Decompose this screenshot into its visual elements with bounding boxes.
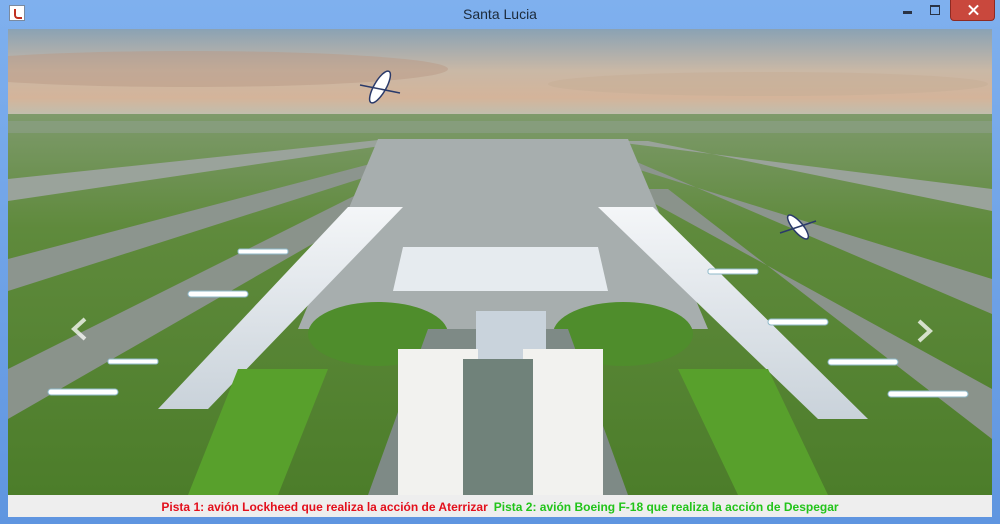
status-bar: Pista 1: avión Lockheed que realiza la a… [8, 495, 992, 517]
runway1-status: Pista 1: avión Lockheed que realiza la a… [161, 500, 488, 514]
airport-illustration [8, 29, 992, 495]
minimize-button[interactable] [893, 0, 921, 21]
close-button[interactable] [950, 0, 995, 21]
maximize-button[interactable] [922, 0, 949, 21]
app-window: Santa Lucia Pista 1: avión Lockheed que … [0, 0, 1000, 524]
airport-scene [8, 29, 992, 495]
window-title: Santa Lucia [463, 6, 537, 22]
runway2-status: Pista 2: avión Boeing F-18 que realiza l… [493, 500, 839, 514]
title-bar[interactable]: Santa Lucia [0, 0, 1000, 29]
chevron-left-icon[interactable] [70, 317, 90, 341]
chevron-right-icon[interactable] [914, 319, 934, 343]
